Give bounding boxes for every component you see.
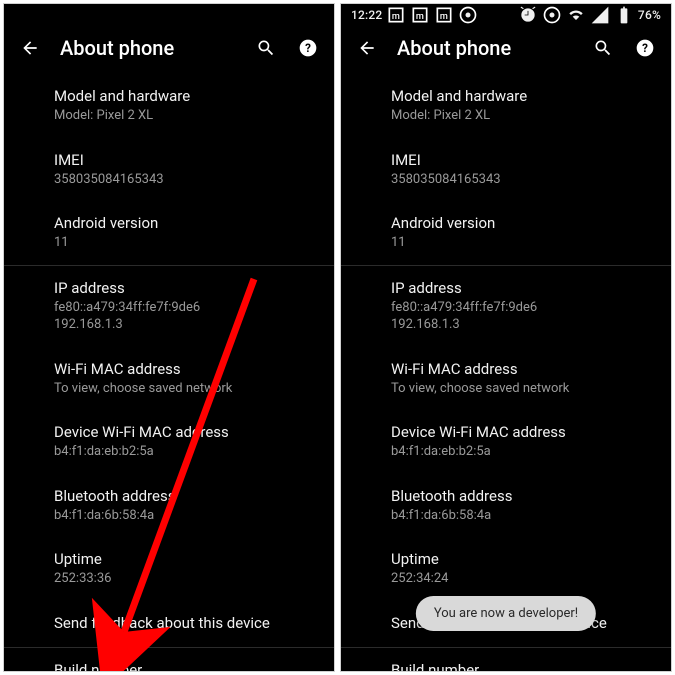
item-subtitle: b4:f1:da:eb:b2:5a <box>391 443 621 461</box>
search-icon[interactable] <box>591 36 615 60</box>
page-title: About phone <box>397 36 573 60</box>
item-title: Send feedback about this device <box>54 614 284 632</box>
help-icon[interactable]: ? <box>296 36 320 60</box>
settings-item[interactable]: Bluetooth address b4:f1:da:6b:58:4a <box>341 474 671 538</box>
item-subtitle: 11 <box>54 234 284 252</box>
svg-text:?: ? <box>642 41 648 55</box>
item-title: IMEI <box>391 151 621 169</box>
status-battery: 76% <box>638 8 661 22</box>
item-title: Android version <box>391 214 621 232</box>
back-icon[interactable] <box>18 36 42 60</box>
help-icon[interactable]: ? <box>633 36 657 60</box>
page-title: About phone <box>60 36 236 60</box>
status-time: 12:22 <box>351 8 382 22</box>
settings-item[interactable]: Wi-Fi MAC address To view, choose saved n… <box>4 347 334 411</box>
settings-section: Build numberRP1A.201005.004.A1 <box>341 647 671 671</box>
settings-item[interactable]: Build numberRP1A.201005.004.A1 <box>4 648 334 671</box>
settings-list[interactable]: Model and hardware Model: Pixel 2 XL IMEI 3… <box>341 74 671 671</box>
settings-section: Model and hardware Model: Pixel 2 XL IMEI 3… <box>341 74 671 265</box>
item-title: Model and hardware <box>391 87 621 105</box>
settings-item[interactable]: IMEI 358035084165343 <box>341 138 671 202</box>
item-subtitle: Model: Pixel 2 XL <box>391 107 621 125</box>
item-subtitle: fe80::a479:34ff:fe7f:9de6192.168.1.3 <box>54 299 284 334</box>
settings-item[interactable]: Device Wi-Fi MAC address b4:f1:da:eb:b2:5… <box>341 410 671 474</box>
item-subtitle: 358035084165343 <box>391 171 621 189</box>
item-title: Wi-Fi MAC address <box>391 360 621 378</box>
box-icon: m <box>434 5 454 25</box>
svg-text:?: ? <box>305 41 311 55</box>
app-bar: About phone? <box>341 26 671 74</box>
item-subtitle: 252:34:24 <box>391 570 621 588</box>
status-bar: 12:22 m m m 76% <box>341 4 671 26</box>
item-title: Device Wi-Fi MAC address <box>54 423 284 441</box>
phone-screen: 12:22mmm76%About phone?Model and hardwar… <box>340 3 672 672</box>
item-subtitle: 358035084165343 <box>54 171 284 189</box>
alarm-icon <box>518 5 538 25</box>
settings-item[interactable]: Uptime 252:33:36 <box>4 537 334 601</box>
item-subtitle: 11 <box>391 234 621 252</box>
item-subtitle: b4:f1:da:6b:58:4a <box>391 507 621 525</box>
settings-item[interactable]: IMEI 358035084165343 <box>4 138 334 202</box>
settings-item[interactable]: Send feedback about this device <box>4 601 334 647</box>
item-title: Wi-Fi MAC address <box>54 360 284 378</box>
item-title: Build number <box>391 661 621 671</box>
wifi-icon <box>566 5 586 25</box>
camera-icon <box>542 5 562 25</box>
settings-list[interactable]: Model and hardware Model: Pixel 2 XL IMEI 3… <box>4 74 334 671</box>
item-title: Device Wi-Fi MAC address <box>391 423 621 441</box>
item-title: Bluetooth address <box>54 487 284 505</box>
signal-icon <box>590 5 610 25</box>
app-bar: About phone? <box>4 26 334 74</box>
phone-screen: About phone? Model and hardware Model: Pix… <box>3 3 335 672</box>
back-icon[interactable] <box>355 36 379 60</box>
item-subtitle: b4:f1:da:6b:58:4a <box>54 507 284 525</box>
item-title: Uptime <box>54 550 284 568</box>
item-title: Build number <box>54 661 284 671</box>
item-subtitle: fe80::a479:34ff:fe7f:9de6192.168.1.3 <box>391 299 621 334</box>
box-icon: m <box>410 5 430 25</box>
item-title: Uptime <box>391 550 621 568</box>
box-icon: m <box>386 5 406 25</box>
settings-item[interactable]: Uptime 252:34:24 <box>341 537 671 601</box>
item-title: Bluetooth address <box>391 487 621 505</box>
item-subtitle: To view, choose saved network <box>54 380 284 398</box>
item-title: Model and hardware <box>54 87 284 105</box>
settings-item[interactable]: Wi-Fi MAC address To view, choose saved n… <box>341 347 671 411</box>
settings-item[interactable]: IP addressfe80::a479:34ff:fe7f:9de6192.1… <box>4 266 334 347</box>
svg-text:m: m <box>440 12 448 22</box>
settings-item[interactable]: Device Wi-Fi MAC address b4:f1:da:eb:b2:5… <box>4 410 334 474</box>
settings-item[interactable]: Android version 11 <box>341 201 671 265</box>
settings-item[interactable]: Bluetooth address b4:f1:da:6b:58:4a <box>4 474 334 538</box>
toast-message: You are now a developer! <box>416 596 596 631</box>
item-title: IP address <box>391 279 621 297</box>
settings-section: IP addressfe80::a479:34ff:fe7f:9de6192.1… <box>4 265 334 647</box>
status-bar <box>4 4 334 26</box>
item-title: IP address <box>54 279 284 297</box>
item-subtitle: To view, choose saved network <box>391 380 621 398</box>
item-subtitle: Model: Pixel 2 XL <box>54 107 284 125</box>
settings-item[interactable]: Android version 11 <box>4 201 334 265</box>
search-icon[interactable] <box>254 36 278 60</box>
battery-icon <box>614 5 634 25</box>
settings-section: Model and hardware Model: Pixel 2 XL IMEI 3… <box>4 74 334 265</box>
camera-icon <box>458 5 478 25</box>
settings-item[interactable]: IP addressfe80::a479:34ff:fe7f:9de6192.1… <box>341 266 671 347</box>
item-subtitle: b4:f1:da:eb:b2:5a <box>54 443 284 461</box>
svg-text:m: m <box>416 12 424 22</box>
item-subtitle: 252:33:36 <box>54 570 284 588</box>
item-title: IMEI <box>54 151 284 169</box>
settings-item[interactable]: Model and hardware Model: Pixel 2 XL <box>341 74 671 138</box>
svg-text:m: m <box>392 12 400 22</box>
settings-section: IP addressfe80::a479:34ff:fe7f:9de6192.1… <box>341 265 671 647</box>
settings-section: Build numberRP1A.201005.004.A1 <box>4 647 334 671</box>
settings-item[interactable]: Model and hardware Model: Pixel 2 XL <box>4 74 334 138</box>
settings-item[interactable]: Build numberRP1A.201005.004.A1 <box>341 648 671 671</box>
item-title: Android version <box>54 214 284 232</box>
